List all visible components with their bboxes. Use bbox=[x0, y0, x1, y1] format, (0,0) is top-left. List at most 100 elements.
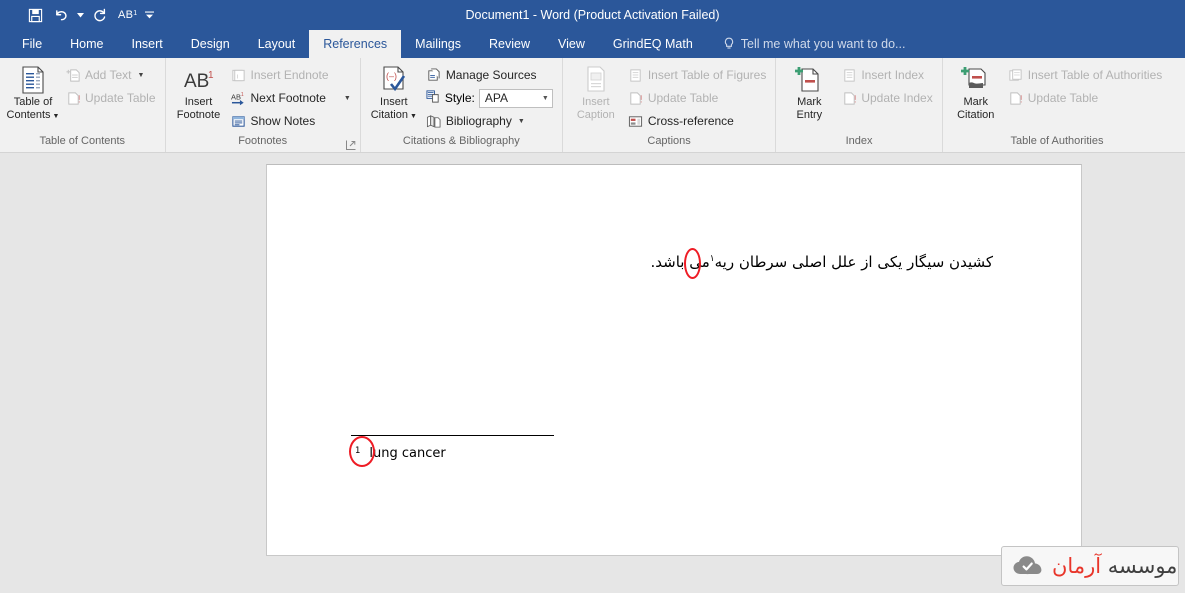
mark-citation-icon bbox=[960, 64, 991, 96]
footnotes-small-buttons: i Insert Endnote AB 1 Next Footnote ▼ Sh… bbox=[227, 62, 355, 132]
update-table-toc-label: Update Table bbox=[85, 91, 156, 105]
ribbon-group-captions: Insert Caption Insert Table of Figures U… bbox=[563, 58, 777, 152]
insert-caption-label-line1: Insert bbox=[582, 96, 610, 108]
cross-reference-label: Cross-reference bbox=[647, 114, 734, 128]
insert-index-button[interactable]: Insert Index bbox=[837, 64, 936, 86]
svg-text:AB: AB bbox=[184, 71, 209, 92]
insert-caption-icon bbox=[582, 64, 610, 96]
tab-design[interactable]: Design bbox=[177, 30, 244, 58]
next-footnote-caret-icon[interactable]: ▼ bbox=[344, 95, 351, 102]
update-table-toc-button[interactable]: Update Table bbox=[61, 87, 160, 109]
quick-access-toolbar: AB 1 bbox=[0, 4, 155, 26]
tab-mailings[interactable]: Mailings bbox=[401, 30, 475, 58]
ribbon-group-table-of-contents: Table of Contents ▼ Add Text ▼ Update Ta… bbox=[0, 58, 166, 152]
bibliography-icon bbox=[426, 113, 442, 129]
tab-file[interactable]: File bbox=[8, 30, 56, 58]
organization-logo-badge: موسسه آرمان bbox=[1001, 546, 1179, 586]
insert-index-label: Insert Index bbox=[861, 68, 925, 82]
mark-entry-button[interactable]: Mark Entry bbox=[781, 62, 837, 122]
next-footnote-label: Next Footnote bbox=[250, 91, 326, 105]
manage-sources-button[interactable]: Manage Sources bbox=[422, 64, 557, 86]
tab-view[interactable]: View bbox=[544, 30, 599, 58]
svg-text:(–): (–) bbox=[386, 71, 397, 81]
lightbulb-icon bbox=[723, 37, 735, 51]
undo-dropdown-caret-icon[interactable] bbox=[74, 4, 86, 26]
add-text-button[interactable]: Add Text ▼ bbox=[61, 64, 160, 86]
table-of-contents-button[interactable]: Table of Contents ▼ bbox=[5, 62, 61, 123]
citation-style-select[interactable]: APA ▼ bbox=[478, 88, 553, 108]
tab-references[interactable]: References bbox=[309, 30, 402, 58]
update-table-authorities-button[interactable]: Update Table bbox=[1004, 87, 1167, 109]
insert-caption-button[interactable]: Insert Caption bbox=[568, 62, 624, 122]
table-of-authorities-small-buttons: Insert Table of Authorities Update Table bbox=[1004, 62, 1167, 109]
citation-style-label: Style: bbox=[444, 91, 475, 105]
mark-citation-button[interactable]: Mark Citation bbox=[948, 62, 1004, 122]
document-page[interactable]: کشیدن سیگار یکی از علل اصلی سرطان ریه۱می… bbox=[266, 164, 1082, 556]
add-text-caret-icon[interactable]: ▼ bbox=[137, 72, 144, 79]
update-table-captions-button[interactable]: Update Table bbox=[624, 87, 771, 109]
window-title: Document1 - Word (Product Activation Fai… bbox=[465, 8, 720, 22]
show-notes-icon bbox=[231, 113, 247, 129]
insert-endnote-button[interactable]: i Insert Endnote bbox=[227, 64, 355, 86]
insert-table-of-figures-button[interactable]: Insert Table of Figures bbox=[624, 64, 771, 86]
document-canvas[interactable]: کشیدن سیگار یکی از علل اصلی سرطان ریه۱می… bbox=[0, 153, 1185, 593]
update-index-label: Update Index bbox=[861, 91, 933, 105]
footnotes-dialog-launcher-icon[interactable] bbox=[345, 140, 356, 150]
cloud-check-icon bbox=[1012, 554, 1044, 578]
update-index-button[interactable]: Update Index bbox=[837, 87, 936, 109]
mark-citation-label-line1: Mark bbox=[963, 96, 988, 108]
next-footnote-button[interactable]: AB 1 Next Footnote ▼ bbox=[227, 87, 355, 109]
insert-citation-icon: (–) bbox=[379, 64, 409, 96]
insert-table-of-figures-icon bbox=[628, 67, 644, 83]
update-index-icon bbox=[841, 90, 857, 106]
table-of-contents-label-line2: Contents bbox=[6, 109, 51, 121]
insert-footnote-quick-icon[interactable]: AB 1 bbox=[112, 9, 143, 21]
ribbon-group-footnotes: AB 1 Insert Footnote i Insert Endnote AB… bbox=[166, 58, 361, 152]
add-text-label: Add Text bbox=[85, 68, 132, 82]
cross-reference-button[interactable]: Cross-reference bbox=[624, 110, 771, 132]
group-label-captions: Captions bbox=[647, 135, 691, 147]
cross-reference-icon bbox=[628, 113, 644, 129]
tab-layout[interactable]: Layout bbox=[244, 30, 310, 58]
tab-insert[interactable]: Insert bbox=[118, 30, 177, 58]
tab-home[interactable]: Home bbox=[56, 30, 117, 58]
insert-table-of-authorities-icon bbox=[1008, 67, 1024, 83]
logo-text-accent: آرمان bbox=[1052, 554, 1102, 578]
table-of-contents-caret-icon[interactable]: ▼ bbox=[53, 113, 60, 120]
update-table-authorities-label: Update Table bbox=[1027, 91, 1099, 105]
bibliography-button[interactable]: Bibliography ▼ bbox=[422, 110, 557, 132]
document-body-paragraph[interactable]: کشیدن سیگار یکی از علل اصلی سرطان ریه۱می… bbox=[651, 253, 993, 271]
update-table-captions-label: Update Table bbox=[647, 91, 719, 105]
save-icon[interactable] bbox=[22, 4, 48, 26]
show-notes-button[interactable]: Show Notes bbox=[227, 110, 355, 132]
tab-grindeq-math[interactable]: GrindEQ Math bbox=[599, 30, 707, 58]
update-table-captions-icon bbox=[628, 90, 644, 106]
insert-footnote-label-line2: Footnote bbox=[176, 109, 221, 121]
insert-endnote-icon: i bbox=[231, 67, 247, 83]
citation-style-caret-icon[interactable]: ▼ bbox=[542, 95, 549, 102]
undo-icon[interactable] bbox=[48, 4, 74, 26]
group-label-footnotes: Footnotes bbox=[166, 134, 360, 152]
next-footnote-icon: AB 1 bbox=[231, 90, 247, 106]
insert-citation-button[interactable]: (–) Insert Citation ▼ bbox=[366, 62, 422, 123]
manage-sources-icon bbox=[426, 67, 442, 83]
logo-text-main: موسسه bbox=[1107, 554, 1178, 578]
customize-quick-access-icon[interactable] bbox=[143, 4, 155, 26]
tab-review[interactable]: Review bbox=[475, 30, 544, 58]
logo-text: موسسه آرمان bbox=[1052, 554, 1177, 578]
tell-me-search[interactable]: Tell me what you want to do... bbox=[707, 30, 916, 58]
index-small-buttons: Insert Index Update Index bbox=[837, 62, 936, 109]
insert-footnote-button[interactable]: AB 1 Insert Footnote bbox=[171, 62, 227, 122]
bibliography-caret-icon[interactable]: ▼ bbox=[518, 118, 525, 125]
svg-text:1: 1 bbox=[208, 70, 214, 81]
footnote-separator-line bbox=[351, 435, 554, 436]
insert-citation-caret-icon[interactable]: ▼ bbox=[410, 113, 417, 120]
group-label-table-of-contents: Table of Contents bbox=[39, 135, 126, 147]
citation-style-icon bbox=[426, 89, 441, 107]
redo-icon[interactable] bbox=[86, 4, 112, 26]
table-of-contents-icon bbox=[19, 64, 47, 96]
mark-citation-label-line2: Citation bbox=[957, 109, 995, 121]
svg-text:1: 1 bbox=[240, 92, 243, 98]
insert-table-of-authorities-button[interactable]: Insert Table of Authorities bbox=[1004, 64, 1167, 86]
show-notes-label: Show Notes bbox=[250, 114, 316, 128]
